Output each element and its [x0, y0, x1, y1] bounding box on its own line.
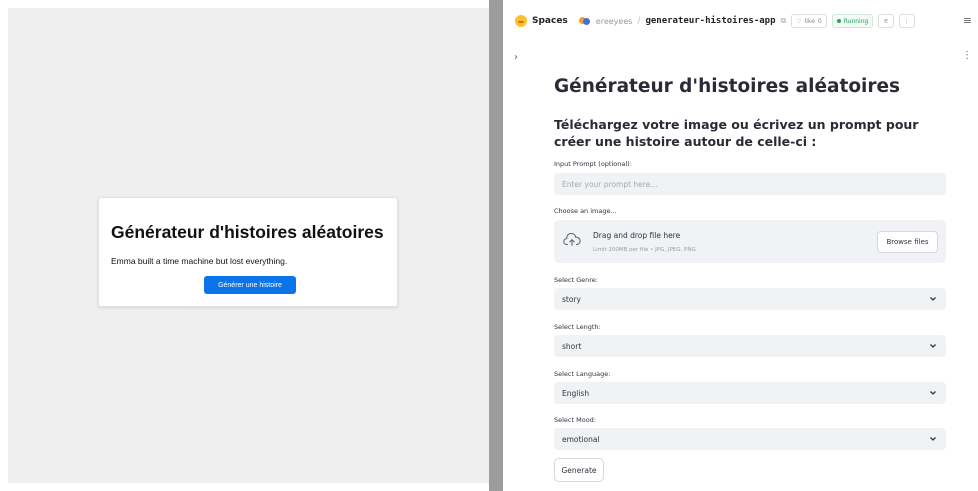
- chevron-down-icon: [930, 344, 936, 348]
- cloud-upload-icon: [563, 233, 581, 246]
- story-card: Générateur d'histoires aléatoires Emma b…: [98, 197, 398, 307]
- generated-story-text: Emma built a time machine but lost every…: [111, 256, 288, 266]
- more-options-icon[interactable]: ⋮: [898, 14, 915, 28]
- owner-avatar-icon: [578, 16, 591, 26]
- generate-story-button[interactable]: Générer une histoire: [204, 276, 296, 294]
- language-value: English: [562, 388, 590, 398]
- mood-select[interactable]: emotional: [554, 428, 946, 450]
- status-badge: Running: [831, 14, 874, 28]
- browse-files-button[interactable]: Browse files: [877, 231, 938, 253]
- hf-header-row: Spaces ereeyees / generateur-histoires-a…: [515, 12, 915, 30]
- like-label: like: [804, 17, 815, 25]
- screenshot-stage: Générateur d'histoires aléatoires Emma b…: [0, 0, 978, 491]
- mood-value: emotional: [562, 434, 600, 444]
- path-separator: /: [637, 16, 641, 26]
- kebab-menu-icon[interactable]: ⋮: [962, 50, 972, 61]
- left-preview-pane: Générateur d'histoires aléatoires Emma b…: [8, 8, 489, 483]
- length-value: short: [562, 341, 582, 351]
- chevron-down-icon: [930, 391, 936, 395]
- language-label: Select Language:: [554, 370, 611, 378]
- prompt-label: Input Prompt (optional):: [554, 160, 632, 168]
- chevron-right-icon[interactable]: ›: [514, 52, 518, 63]
- status-dot-icon: [836, 19, 841, 23]
- length-select[interactable]: short: [554, 335, 946, 357]
- pane-divider[interactable]: [489, 0, 503, 491]
- drop-instructions: Drag and drop file here: [593, 231, 681, 240]
- like-button[interactable]: ♡ like 0: [791, 14, 827, 28]
- mood-label: Select Mood:: [554, 416, 596, 424]
- hugging-face-logo-icon[interactable]: [515, 15, 527, 27]
- prompt-placeholder: Enter your prompt here...: [562, 179, 658, 189]
- length-label: Select Length:: [554, 323, 601, 331]
- image-label: Choose an image...: [554, 207, 617, 215]
- repo-name-link[interactable]: generateur-histoires-app: [645, 16, 775, 26]
- hf-spaces-header: Spaces ereeyees / generateur-histoires-a…: [503, 0, 978, 44]
- generate-button[interactable]: Generate: [554, 458, 604, 482]
- sliders-icon[interactable]: ⚟: [878, 14, 894, 28]
- status-text: Running: [843, 17, 869, 25]
- like-count: 0: [817, 17, 822, 25]
- page-subtitle: Téléchargez votre image ou écrivez un pr…: [554, 117, 919, 149]
- genre-label: Select Genre:: [554, 276, 598, 284]
- file-dropzone[interactable]: Drag and drop file here Limit 200MB per …: [554, 220, 946, 263]
- heart-icon: ♡: [796, 17, 802, 25]
- file-limit-text: Limit 200MB per file • JPG, JPEG, PNG: [593, 247, 696, 253]
- genre-value: story: [562, 294, 581, 304]
- spaces-link[interactable]: Spaces: [532, 16, 568, 26]
- card-title: Générateur d'histoires aléatoires: [111, 222, 384, 242]
- page-title: Générateur d'histoires aléatoires: [554, 76, 901, 97]
- genre-select[interactable]: story: [554, 288, 946, 310]
- owner-link[interactable]: ereeyees: [596, 17, 633, 26]
- language-select[interactable]: English: [554, 382, 946, 404]
- hamburger-icon[interactable]: ≡: [963, 14, 972, 27]
- chevron-down-icon: [930, 437, 936, 441]
- copy-icon[interactable]: ⧉: [781, 16, 787, 26]
- chevron-down-icon: [930, 297, 936, 301]
- streamlit-app-pane: Spaces ereeyees / generateur-histoires-a…: [503, 0, 978, 491]
- prompt-input[interactable]: Enter your prompt here...: [554, 173, 946, 195]
